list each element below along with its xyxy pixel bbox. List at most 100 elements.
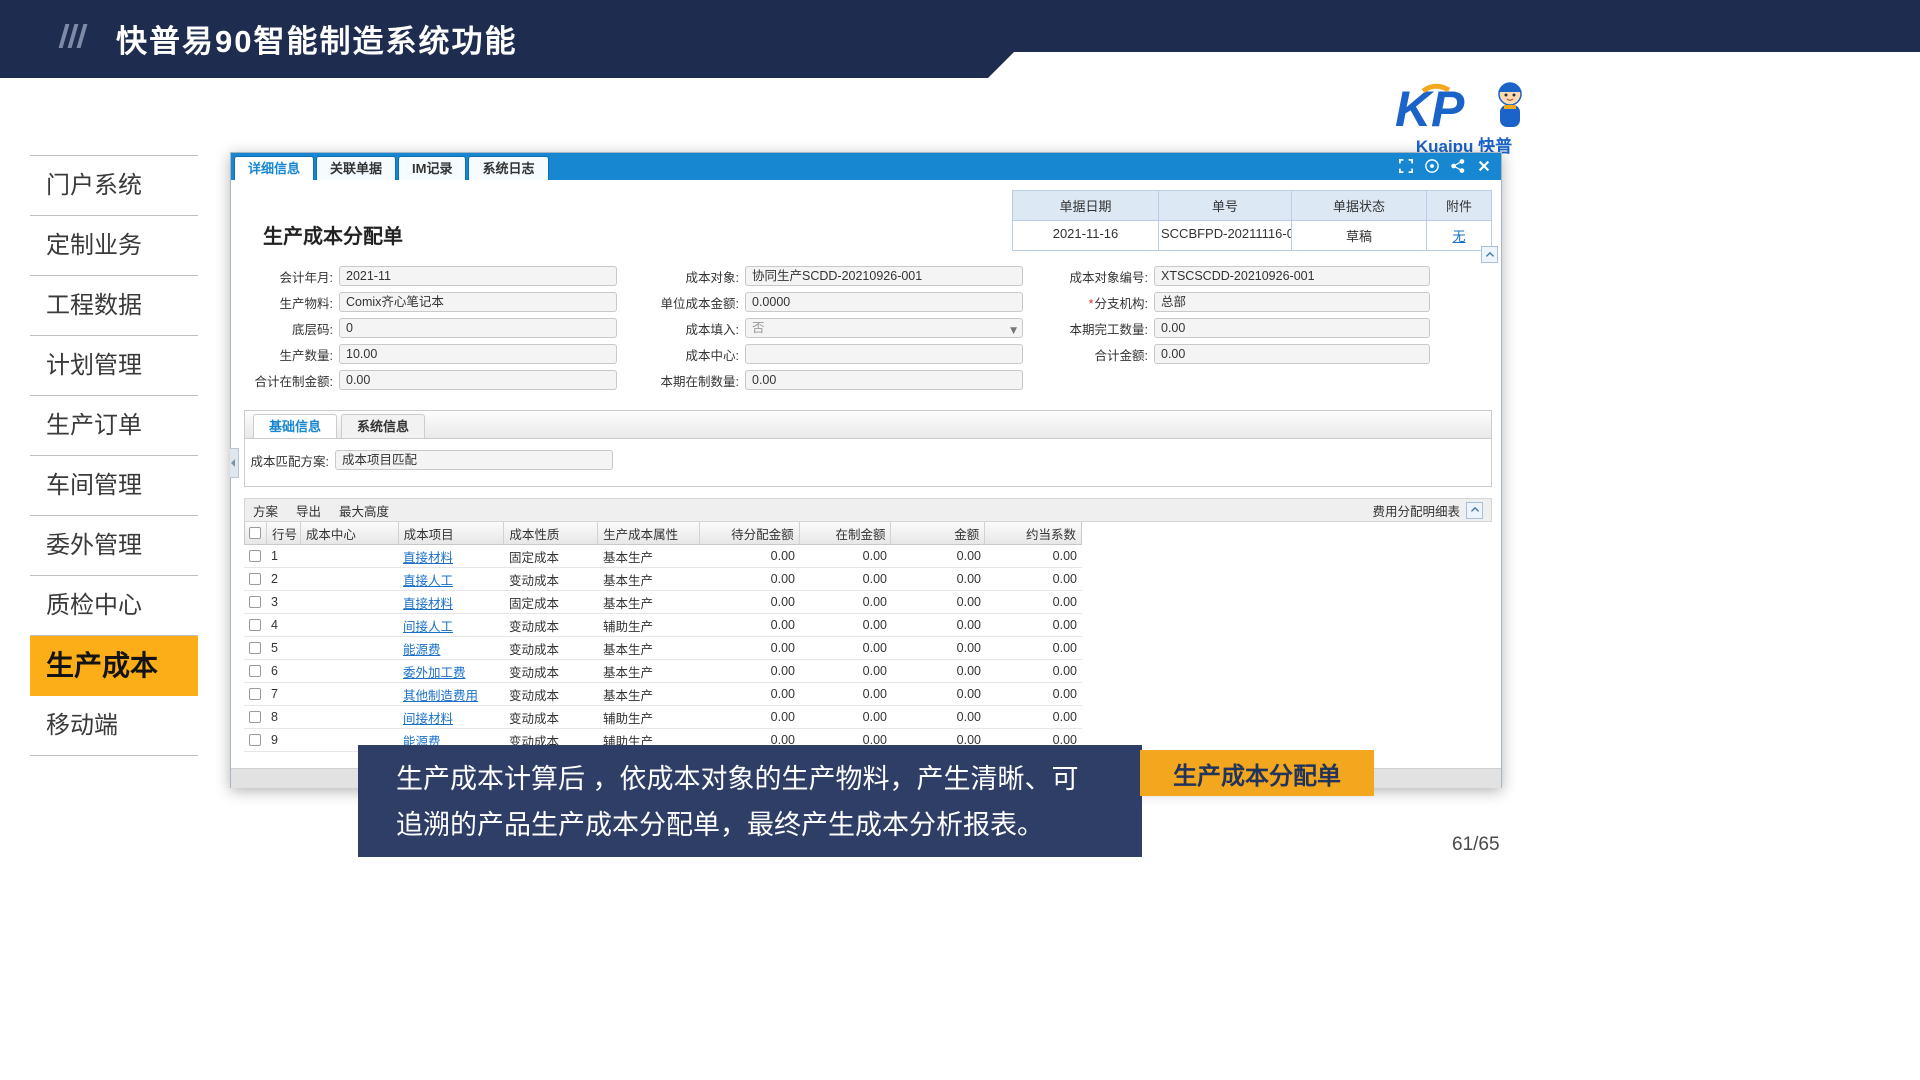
- table-row[interactable]: 3 直接材料 固定成本 基本生产 0.00 0.00 0.00 0.00: [244, 591, 1082, 614]
- form-field-input[interactable]: 0.00: [1154, 344, 1430, 364]
- form-field-input[interactable]: 总部: [1154, 292, 1430, 312]
- row-checkbox[interactable]: [249, 734, 261, 746]
- cell-pending-amount: 0.00: [700, 664, 800, 678]
- col-header[interactable]: 成本项目: [399, 522, 505, 544]
- share-icon[interactable]: [1451, 159, 1465, 173]
- window-tab[interactable]: 系统日志: [468, 156, 548, 180]
- collapse-header-button[interactable]: [1481, 246, 1498, 263]
- sidebar-item[interactable]: 移动端: [30, 696, 198, 756]
- cost-item-link[interactable]: 直接材料: [403, 547, 453, 566]
- table-row[interactable]: 8 间接材料 变动成本 辅助生产 0.00 0.00 0.00 0.00: [244, 706, 1082, 729]
- cell-wip-amount: 0.00: [800, 641, 892, 655]
- row-checkbox[interactable]: [249, 619, 261, 631]
- table-row[interactable]: 6 委外加工费 变动成本 基本生产 0.00 0.00 0.00 0.00: [244, 660, 1082, 683]
- sidebar-item[interactable]: 生产成本: [30, 636, 198, 696]
- row-checkbox[interactable]: [249, 642, 261, 654]
- col-header[interactable]: 生产成本属性: [598, 522, 700, 544]
- cell-coefficient: 0.00: [986, 687, 1082, 701]
- close-icon[interactable]: [1477, 159, 1491, 173]
- sidebar-item-label: 计划管理: [46, 352, 142, 379]
- cell-wip-amount: 0.00: [800, 687, 892, 701]
- cell-amount: 0.00: [892, 618, 986, 632]
- sidebar-item[interactable]: 定制业务: [30, 216, 198, 276]
- sidebar-item[interactable]: 工程数据: [30, 276, 198, 336]
- form-field-input[interactable]: 协同生产SCDD-20210926-001: [745, 266, 1023, 286]
- window-tab[interactable]: IM记录: [398, 156, 466, 180]
- col-header[interactable]: 成本性质: [504, 522, 598, 544]
- form-field-input[interactable]: 0: [339, 318, 617, 338]
- cost-item-link[interactable]: 直接人工: [403, 570, 453, 589]
- row-checkbox[interactable]: [249, 688, 261, 700]
- form-field-input[interactable]: 0.0000: [745, 292, 1023, 312]
- form-field-input[interactable]: 2021-11: [339, 266, 617, 286]
- row-checkbox[interactable]: [249, 550, 261, 562]
- cell-production-attr: 基本生产: [598, 662, 700, 681]
- row-checkbox[interactable]: [249, 665, 261, 677]
- table-row[interactable]: 5 能源费 变动成本 基本生产 0.00 0.00 0.00 0.00: [244, 637, 1082, 660]
- form-field: 本期完工数量: 0.00: [1036, 315, 1430, 341]
- sidebar-item[interactable]: 计划管理: [30, 336, 198, 396]
- fullscreen-icon[interactable]: [1399, 159, 1413, 173]
- cell-pending-amount: 0.00: [700, 618, 800, 632]
- cell-cost-nature: 变动成本: [504, 685, 598, 704]
- form-field-input[interactable]: Comix齐心笔记本: [339, 292, 617, 312]
- form-field-input[interactable]: XTSCSCDD-20210926-001: [1154, 266, 1430, 286]
- col-header[interactable]: 行号: [267, 522, 301, 544]
- cell-line-no: 8: [266, 710, 300, 724]
- cell-production-attr: 辅助生产: [598, 708, 700, 727]
- form-field: 合计金额: 0.00: [1036, 341, 1430, 367]
- subtab[interactable]: 基础信息: [253, 414, 337, 438]
- col-header[interactable]: 金额: [891, 522, 985, 544]
- detail-report-label[interactable]: 费用分配明细表: [1372, 501, 1460, 520]
- collapse-grid-button[interactable]: [1466, 502, 1483, 519]
- sidebar-item[interactable]: 生产订单: [30, 396, 198, 456]
- form-field-input[interactable]: 0.00: [339, 370, 617, 390]
- window-tab[interactable]: 详细信息: [234, 156, 314, 180]
- doc-col-header: 附件: [1427, 191, 1491, 221]
- cost-item-link[interactable]: 能源费: [403, 639, 441, 658]
- im-icon[interactable]: [1425, 159, 1439, 173]
- form-field-input[interactable]: 否: [745, 318, 1023, 338]
- doc-col-header: 单据状态: [1292, 191, 1427, 221]
- form-field-input[interactable]: 0.00: [1154, 318, 1430, 338]
- cost-item-link[interactable]: 间接材料: [403, 708, 453, 727]
- form-field-input[interactable]: [745, 344, 1023, 364]
- subtab-bar: 基础信息 系统信息: [245, 411, 1491, 439]
- col-header[interactable]: 在制金额: [800, 522, 892, 544]
- table-row[interactable]: 1 直接材料 固定成本 基本生产 0.00 0.00 0.00 0.00: [244, 545, 1082, 568]
- table-row[interactable]: 4 间接人工 变动成本 辅助生产 0.00 0.00 0.00 0.00: [244, 614, 1082, 637]
- toolbar-button[interactable]: 最大高度: [339, 501, 389, 520]
- form-field-label: 生产物料:: [241, 293, 339, 312]
- window-tab[interactable]: 关联单据: [316, 156, 396, 180]
- col-header[interactable]: 约当系数: [985, 522, 1081, 544]
- table-row[interactable]: 2 直接人工 变动成本 基本生产 0.00 0.00 0.00 0.00: [244, 568, 1082, 591]
- sidebar-item[interactable]: 车间管理: [30, 456, 198, 516]
- cell-coefficient: 0.00: [986, 710, 1082, 724]
- panel-collapse-handle[interactable]: [230, 448, 239, 478]
- form-field-input[interactable]: 0.00: [745, 370, 1023, 390]
- sidebar-item[interactable]: 质检中心: [30, 576, 198, 636]
- cost-item-link[interactable]: 直接材料: [403, 593, 453, 612]
- cell-cost-nature: 固定成本: [504, 593, 598, 612]
- sidebar-item[interactable]: 委外管理: [30, 516, 198, 576]
- cell-amount: 0.00: [892, 641, 986, 655]
- row-checkbox[interactable]: [249, 596, 261, 608]
- cost-item-link[interactable]: 委外加工费: [403, 662, 466, 681]
- cell-line-no: 6: [266, 664, 300, 678]
- row-checkbox[interactable]: [249, 573, 261, 585]
- cost-item-link[interactable]: 间接人工: [403, 616, 453, 635]
- cost-match-input[interactable]: 成本项目匹配: [335, 450, 613, 470]
- form-field-input[interactable]: 10.00: [339, 344, 617, 364]
- subtab[interactable]: 系统信息: [341, 414, 425, 438]
- table-row[interactable]: 7 其他制造费用 变动成本 基本生产 0.00 0.00 0.00 0.00: [244, 683, 1082, 706]
- col-header[interactable]: 成本中心: [301, 522, 399, 544]
- cell-line-no: 4: [266, 618, 300, 632]
- select-all-checkbox[interactable]: [249, 527, 261, 539]
- cell-wip-amount: 0.00: [800, 618, 892, 632]
- row-checkbox[interactable]: [249, 711, 261, 723]
- col-header[interactable]: 待分配金额: [700, 522, 800, 544]
- sidebar-item[interactable]: 门户系统: [30, 156, 198, 216]
- toolbar-button[interactable]: 方案: [253, 501, 278, 520]
- cost-item-link[interactable]: 其他制造费用: [403, 685, 478, 704]
- toolbar-button[interactable]: 导出: [296, 501, 321, 520]
